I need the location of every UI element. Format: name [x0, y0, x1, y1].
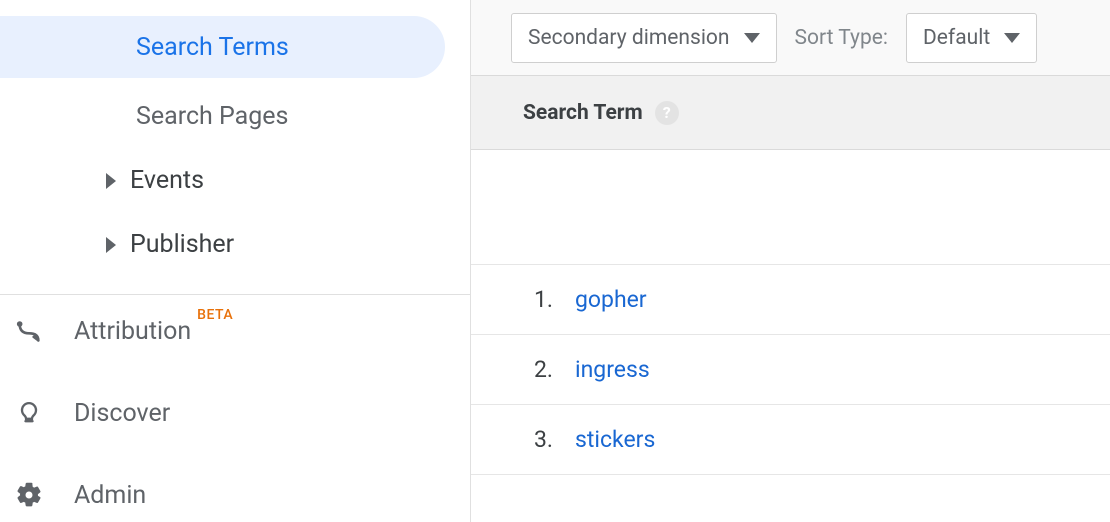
sidebar-item-discover[interactable]: Discover — [14, 398, 170, 428]
sidebar-item-search-pages[interactable]: Search Pages — [136, 102, 288, 131]
sidebar-item-publisher[interactable]: Publisher — [106, 230, 234, 259]
row-index: 2. — [501, 356, 553, 383]
caret-right-icon — [106, 173, 116, 189]
row-index: 1. — [501, 286, 553, 313]
table-row: 2. ingress — [471, 335, 1110, 405]
column-header-search-term[interactable]: Search Term — [523, 101, 643, 125]
dropdown-label: Secondary dimension — [528, 26, 730, 50]
sort-type-dropdown[interactable]: Default — [906, 13, 1037, 63]
sidebar: Search Terms Search Pages Events Publish… — [0, 0, 470, 522]
column-header-row: Search Term ? — [471, 75, 1110, 150]
search-term-link[interactable]: gopher — [575, 286, 647, 313]
search-terms-table: 1. gopher 2. ingress 3. stickers — [471, 265, 1110, 475]
search-term-link[interactable]: stickers — [575, 426, 655, 453]
sidebar-item-attribution[interactable]: Attribution BETA — [14, 316, 191, 346]
chevron-down-icon — [1004, 33, 1020, 43]
help-icon[interactable]: ? — [655, 101, 679, 125]
sidebar-item-label: Search Pages — [136, 102, 288, 131]
summary-row-placeholder — [471, 150, 1110, 265]
attribution-icon — [14, 316, 44, 346]
row-index: 3. — [501, 426, 553, 453]
sidebar-item-search-terms[interactable]: Search Terms — [0, 16, 445, 78]
search-term-link[interactable]: ingress — [575, 356, 650, 383]
table-row: 1. gopher — [471, 265, 1110, 335]
lightbulb-icon — [14, 398, 44, 428]
sidebar-item-label: Events — [130, 166, 204, 195]
secondary-dimension-dropdown[interactable]: Secondary dimension — [511, 13, 777, 63]
sidebar-item-events[interactable]: Events — [106, 166, 204, 195]
report-toolbar: Secondary dimension Sort Type: Default — [471, 0, 1110, 75]
table-row: 3. stickers — [471, 405, 1110, 475]
caret-right-icon — [106, 237, 116, 253]
gear-icon — [14, 480, 44, 510]
dropdown-label: Default — [923, 26, 990, 50]
chevron-down-icon — [744, 33, 760, 43]
sidebar-item-admin[interactable]: Admin — [14, 480, 146, 510]
sidebar-item-label: Discover — [74, 399, 170, 428]
beta-badge: BETA — [197, 307, 233, 323]
sidebar-item-label: Search Terms — [136, 33, 289, 62]
sidebar-item-label: Attribution BETA — [74, 317, 191, 346]
sidebar-item-label: Admin — [74, 481, 146, 510]
report-pane: Secondary dimension Sort Type: Default S… — [470, 0, 1110, 522]
sidebar-divider — [0, 294, 470, 295]
sidebar-item-label: Publisher — [130, 230, 234, 259]
sort-type-label: Sort Type: — [795, 26, 889, 50]
